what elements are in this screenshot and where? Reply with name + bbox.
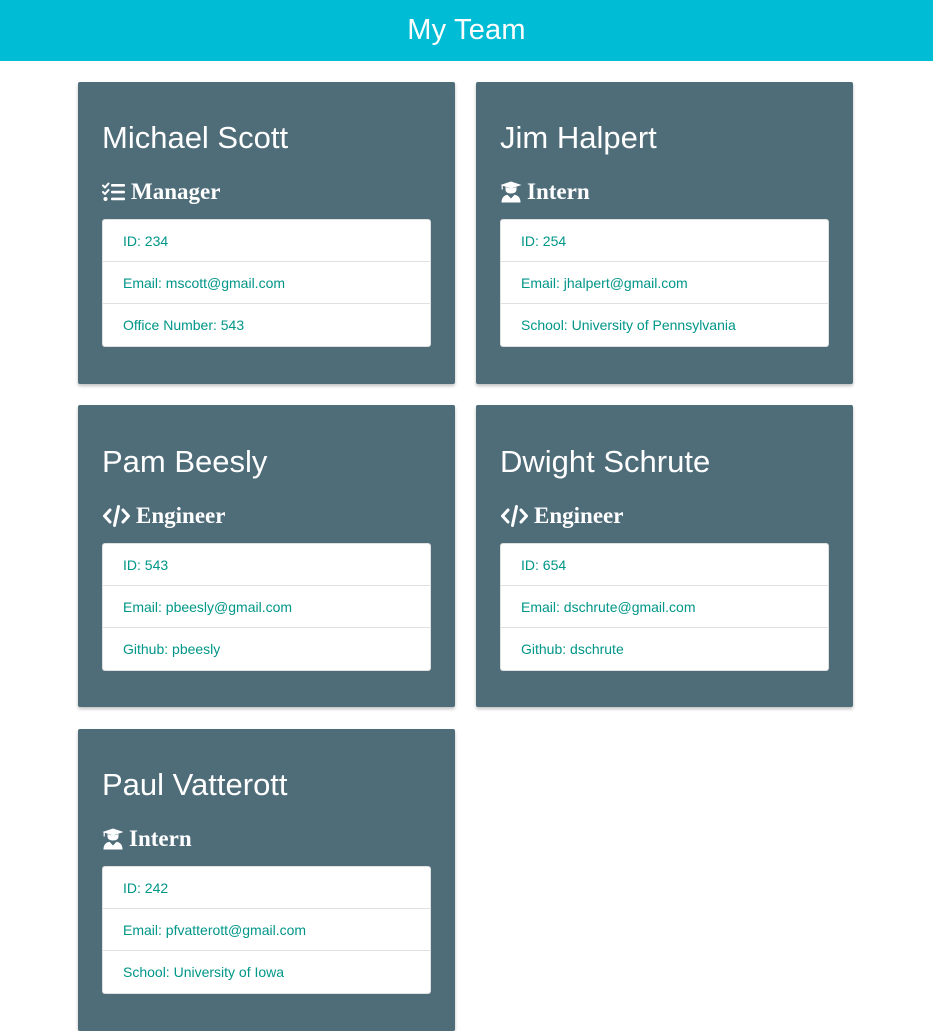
school-item: School: University of Iowa: [123, 964, 285, 980]
graduate-icon: [102, 828, 124, 850]
employee-name: Pam Beesly: [102, 444, 268, 479]
role-label: Engineer: [136, 503, 226, 528]
email-item[interactable]: Email: mscott@gmail.com: [103, 262, 430, 304]
employee-name: Jim Halpert: [500, 120, 657, 155]
office-number-item: Office Number: 543: [123, 317, 245, 333]
role-label: Intern: [527, 179, 590, 204]
id-item: ID: 654: [501, 544, 828, 586]
id-item: ID: 242: [103, 867, 430, 909]
employee-name: Dwight Schrute: [500, 444, 711, 479]
employee-card: Dwight Schrute Engineer ID: 654 Email: d…: [476, 405, 853, 707]
id-item: ID: 234: [103, 220, 430, 262]
employee-role: Intern: [102, 825, 192, 853]
employee-card: Jim Halpert Intern ID: 254 Email: jhalpe…: [476, 82, 853, 384]
role-label: Engineer: [534, 503, 624, 528]
employee-name: Paul Vatterott: [102, 767, 288, 802]
employee-role: Intern: [500, 178, 590, 206]
info-list: ID: 242 Email: pfvatterott@gmail.com Sch…: [102, 866, 431, 994]
info-list: ID: 234 Email: mscott@gmail.com Office N…: [102, 219, 431, 347]
tasks-icon: [102, 182, 126, 202]
email-item[interactable]: Email: dschrute@gmail.com: [501, 586, 828, 628]
info-list: ID: 654 Email: dschrute@gmail.com Github…: [500, 543, 829, 671]
email-item[interactable]: Email: pfvatterott@gmail.com: [103, 909, 430, 951]
school-item: School: University of Pennsylvania: [521, 317, 736, 333]
employee-card: Pam Beesly Engineer ID: 543 Email: pbees…: [78, 405, 455, 707]
id-item: ID: 254: [501, 220, 828, 262]
code-icon: [102, 505, 131, 527]
email-item[interactable]: Email: jhalpert@gmail.com: [501, 262, 828, 304]
code-icon: [500, 505, 529, 527]
github-item[interactable]: Github: pbeesly: [103, 628, 430, 670]
employee-card: Michael Scott Manager ID: 234 Email: msc…: [78, 82, 455, 384]
employee-card: Paul Vatterott Intern ID: 242 Email: pfv…: [78, 729, 455, 1031]
graduate-icon: [500, 181, 522, 203]
page-title: My Team: [407, 14, 526, 46]
employee-role: Engineer: [500, 502, 623, 530]
email-item[interactable]: Email: pbeesly@gmail.com: [103, 586, 430, 628]
info-list: ID: 543 Email: pbeesly@gmail.com Github:…: [102, 543, 431, 671]
role-label: Intern: [129, 826, 192, 851]
id-item: ID: 543: [103, 544, 430, 586]
employee-role: Manager: [102, 178, 220, 206]
role-label: Manager: [131, 179, 221, 204]
employee-role: Engineer: [102, 502, 225, 530]
github-item[interactable]: Github: dschrute: [501, 628, 828, 670]
page-header: My Team: [0, 0, 933, 61]
info-list: ID: 254 Email: jhalpert@gmail.com School…: [500, 219, 829, 347]
employee-name: Michael Scott: [102, 120, 289, 155]
